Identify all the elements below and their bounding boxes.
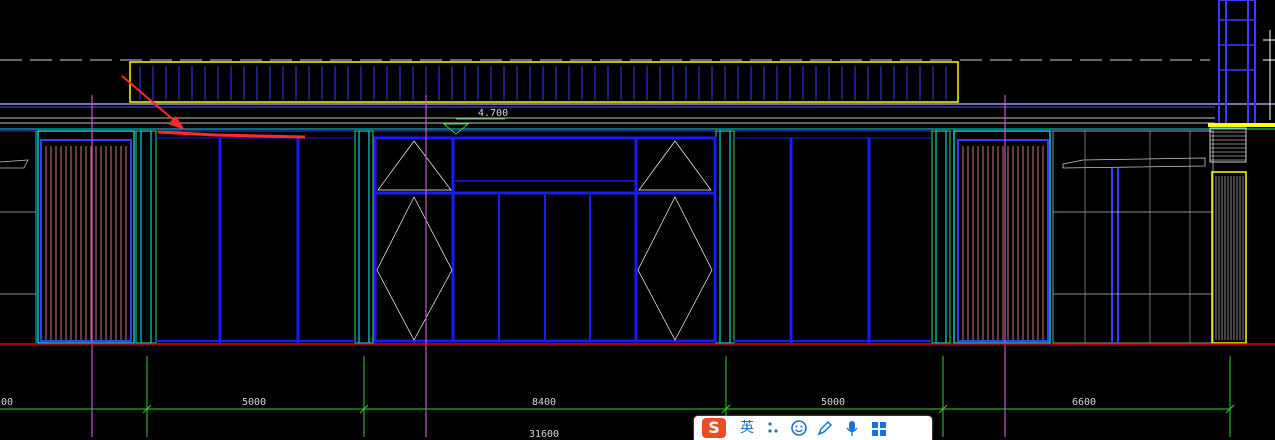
right-glazed-bay — [733, 137, 932, 343]
pilasters — [135, 130, 951, 344]
canopy — [129, 61, 959, 103]
dimension-label-1: 500 — [0, 397, 14, 408]
dimension-label-4: 5000 — [820, 397, 846, 408]
dimension-lines — [0, 356, 1235, 437]
dimension-label-3: 8400 — [531, 397, 557, 408]
pen-icon[interactable] — [816, 419, 834, 437]
horizontal-bands — [0, 103, 1275, 132]
left-neighbour-facade — [0, 131, 37, 343]
right-neighbour-facade — [1052, 130, 1214, 344]
right-slat-panel — [953, 130, 1051, 344]
total-dimension-label: 31600 — [528, 429, 560, 440]
ime-toolbar[interactable]: S 英 — [694, 416, 932, 440]
dimension-label-2: 5000 — [241, 397, 267, 408]
ime-mode-toggle[interactable]: 英 — [740, 418, 754, 438]
left-glazed-bay — [155, 137, 355, 343]
microphone-icon[interactable] — [844, 419, 860, 437]
toolbox-icon[interactable] — [870, 419, 888, 437]
sogou-logo-icon[interactable]: S — [702, 418, 726, 438]
elevation-marker — [442, 118, 505, 135]
elevation-label: 4.700 — [478, 108, 509, 119]
right-tower — [1208, 0, 1275, 344]
cad-drawing-canvas[interactable] — [0, 0, 1275, 437]
left-slat-panel — [37, 130, 135, 344]
emoji-icon[interactable] — [790, 419, 808, 437]
dimension-label-5: 6600 — [1071, 397, 1097, 408]
punctuation-icon[interactable] — [766, 420, 780, 436]
